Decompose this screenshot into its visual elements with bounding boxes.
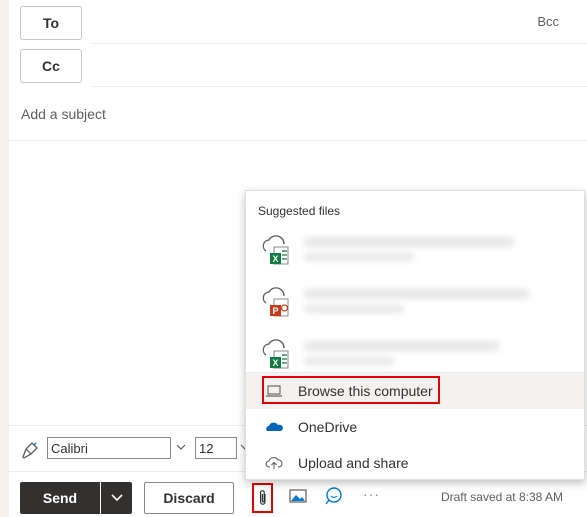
file-path-redacted [304,305,404,313]
cc-label: Cc [42,58,60,74]
discard-button[interactable]: Discard [144,482,234,514]
upload-share-item[interactable]: Upload and share [246,445,584,481]
font-name-input[interactable]: Calibri [47,437,171,459]
file-name-redacted [304,237,514,247]
suggested-file-item[interactable]: X [246,225,584,277]
bcc-button[interactable]: Bcc [537,14,559,29]
svg-text:P: P [272,306,278,316]
suggested-files-title: Suggested files [258,204,341,218]
file-name-redacted [304,289,529,299]
file-path-redacted [304,357,394,365]
send-options-button[interactable] [101,482,132,514]
format-painter-icon[interactable] [21,441,39,459]
laptop-icon [266,385,282,397]
file-path-redacted [304,253,414,261]
powerpoint-cloud-icon: P [262,287,289,317]
file-name-redacted [304,341,499,351]
svg-text:X: X [272,358,278,368]
subject-input[interactable]: Add a subject [21,106,106,122]
font-size-input[interactable]: 12 [195,437,237,459]
onedrive-icon [266,422,283,431]
divider [91,43,587,44]
emoji-comment-icon[interactable] [323,486,343,506]
suggested-file-item[interactable]: P [246,277,584,329]
attach-button[interactable] [252,483,273,513]
send-button[interactable]: Send [20,482,100,514]
browse-computer-item[interactable]: Browse this computer [246,373,584,409]
to-button[interactable]: To [20,6,82,40]
divider [91,86,587,87]
onedrive-item[interactable]: OneDrive [246,409,584,445]
menu-item-label: Browse this computer [298,383,433,399]
menu-item-label: OneDrive [298,419,358,435]
cloud-upload-icon [265,457,283,469]
to-label: To [42,15,60,31]
cc-button[interactable]: Cc [20,49,82,83]
excel-cloud-icon: X [262,235,289,265]
more-options-button[interactable]: ··· [363,486,380,502]
excel-cloud-icon: X [262,339,289,369]
paperclip-icon [259,490,266,505]
draft-status: Draft saved at 8:38 AM [440,490,563,504]
attach-menu: Suggested files X P X Browse this comput… [245,190,585,480]
svg-text:X: X [272,254,278,264]
chevron-down-icon [110,494,123,502]
insert-picture-icon[interactable] [288,486,308,506]
menu-item-label: Upload and share [298,455,409,471]
chevron-down-icon[interactable] [176,442,186,452]
